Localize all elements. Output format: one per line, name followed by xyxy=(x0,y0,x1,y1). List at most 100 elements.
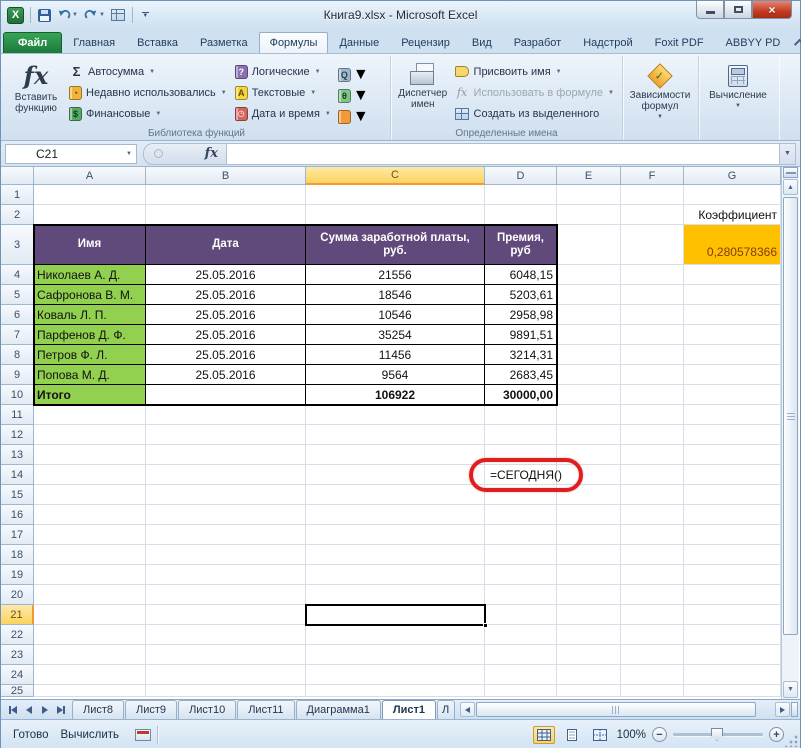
cell-B4[interactable]: 25.05.2016 xyxy=(146,265,306,285)
cell-E22[interactable] xyxy=(557,625,621,645)
cell-A19[interactable] xyxy=(34,565,146,585)
ribbon-tab-developer[interactable]: Разработ xyxy=(503,32,572,53)
cell-D21[interactable] xyxy=(485,605,557,625)
menu-item-Недавно использовались[interactable]: ◔Недавно использовались▼ xyxy=(65,82,231,103)
cell-G10[interactable] xyxy=(684,385,781,405)
column-header-A[interactable]: A xyxy=(34,167,146,185)
sheet-tab-partial[interactable]: Л xyxy=(437,700,455,719)
cell-F20[interactable] xyxy=(621,585,684,605)
cell-B12[interactable] xyxy=(146,425,306,445)
icon-button-lookup-icon[interactable]: Q▼ xyxy=(335,64,372,85)
cell-A21[interactable] xyxy=(34,605,146,625)
cell-A17[interactable] xyxy=(34,525,146,545)
cell-B3[interactable]: Дата xyxy=(146,225,306,265)
cell-E1[interactable] xyxy=(557,185,621,205)
cell-C7[interactable]: 35254 xyxy=(306,325,485,345)
select-all-corner[interactable] xyxy=(1,167,34,185)
row-header-24[interactable]: 24 xyxy=(1,665,34,685)
cell-D25[interactable] xyxy=(485,685,557,697)
cell-E5[interactable] xyxy=(557,285,621,305)
cell-C23[interactable] xyxy=(306,645,485,665)
cell-D16[interactable] xyxy=(485,505,557,525)
cell-B21[interactable] xyxy=(146,605,306,625)
status-calculate[interactable]: Вычислить xyxy=(61,729,132,741)
row-header-25[interactable]: 25 xyxy=(1,685,34,697)
cell-C6[interactable]: 10546 xyxy=(306,305,485,325)
cell-F17[interactable] xyxy=(621,525,684,545)
cell-E23[interactable] xyxy=(557,645,621,665)
cell-F13[interactable] xyxy=(621,445,684,465)
cell-C3[interactable]: Сумма заработной платы, руб. xyxy=(306,225,485,265)
cell-C24[interactable] xyxy=(306,665,485,685)
cell-A13[interactable] xyxy=(34,445,146,465)
cell-A3[interactable]: Имя xyxy=(34,225,146,265)
cell-F18[interactable] xyxy=(621,545,684,565)
cell-G23[interactable] xyxy=(684,645,781,665)
cell-D7[interactable]: 9891,51 xyxy=(485,325,557,345)
cell-G2[interactable]: Коэффициент xyxy=(684,205,781,225)
cell-G1[interactable] xyxy=(684,185,781,205)
cell-D22[interactable] xyxy=(485,625,557,645)
macro-record-icon[interactable] xyxy=(135,729,151,741)
ribbon-tab-formulas[interactable]: Формулы xyxy=(259,32,329,53)
horizontal-scroll-thumb[interactable] xyxy=(476,702,756,717)
cell-C19[interactable] xyxy=(306,565,485,585)
cell-C9[interactable]: 9564 xyxy=(306,365,485,385)
zoom-slider-thumb[interactable] xyxy=(711,728,723,741)
cell-G16[interactable] xyxy=(684,505,781,525)
cell-E21[interactable] xyxy=(557,605,621,625)
cell-A22[interactable] xyxy=(34,625,146,645)
table-view-button[interactable] xyxy=(110,6,126,24)
row-header-21[interactable]: 21 xyxy=(1,605,34,625)
cell-C4[interactable]: 21556 xyxy=(306,265,485,285)
ribbon-tab-view[interactable]: Вид xyxy=(461,32,503,53)
cell-F3[interactable] xyxy=(621,225,684,265)
zoom-in-button[interactable]: + xyxy=(769,727,784,742)
row-header-5[interactable]: 5 xyxy=(1,285,34,305)
cell-E2[interactable] xyxy=(557,205,621,225)
cell-F10[interactable] xyxy=(621,385,684,405)
cell-A11[interactable] xyxy=(34,405,146,425)
cell-G3[interactable]: 0,280578366 xyxy=(684,225,781,265)
cell-E9[interactable] xyxy=(557,365,621,385)
cell-D9[interactable]: 2683,45 xyxy=(485,365,557,385)
cell-A10[interactable]: Итого xyxy=(34,385,146,405)
save-button[interactable] xyxy=(37,6,52,24)
ribbon-tab-add-ins[interactable]: Надстрой xyxy=(572,32,643,53)
cell-D12[interactable] xyxy=(485,425,557,445)
cell-G22[interactable] xyxy=(684,625,781,645)
insert-function-button[interactable]: fx Вставить функцию xyxy=(7,58,65,126)
cell-C20[interactable] xyxy=(306,585,485,605)
cell-E24[interactable] xyxy=(557,665,621,685)
cell-D8[interactable]: 3214,31 xyxy=(485,345,557,365)
sheet-tab-3-Лист10[interactable]: Лист10 xyxy=(178,700,236,719)
expand-formula-bar-button[interactable]: ▼ xyxy=(780,143,796,165)
row-header-11[interactable]: 11 xyxy=(1,405,34,425)
first-sheet-button[interactable] xyxy=(5,702,20,717)
column-header-B[interactable]: B xyxy=(146,167,306,185)
cell-C17[interactable] xyxy=(306,525,485,545)
cell-F21[interactable] xyxy=(621,605,684,625)
row-header-19[interactable]: 19 xyxy=(1,565,34,585)
cell-A4[interactable]: Николаев А. Д. xyxy=(34,265,146,285)
cell-D23[interactable] xyxy=(485,645,557,665)
customize-qat-button[interactable]: ▼ xyxy=(139,10,152,20)
formula-auditing-button[interactable]: ✓ Зависимости формул ▼ xyxy=(627,58,693,126)
calculation-button[interactable]: Вычисление ▼ xyxy=(703,58,773,126)
menu-item-Текстовые[interactable]: AТекстовые▼ xyxy=(231,82,335,103)
excel-logo-icon[interactable]: X xyxy=(7,7,24,24)
row-header-22[interactable]: 22 xyxy=(1,625,34,645)
cell-D1[interactable] xyxy=(485,185,557,205)
scroll-right-button[interactable] xyxy=(775,702,790,717)
cell-D10[interactable]: 30000,00 xyxy=(485,385,557,405)
cell-F22[interactable] xyxy=(621,625,684,645)
cell-B10[interactable] xyxy=(146,385,306,405)
cell-B22[interactable] xyxy=(146,625,306,645)
cell-D5[interactable]: 5203,61 xyxy=(485,285,557,305)
cell-G25[interactable] xyxy=(684,685,781,697)
fx-icon[interactable]: fx xyxy=(205,146,218,161)
cell-A6[interactable]: Коваль Л. П. xyxy=(34,305,146,325)
menu-item-Создать из выделенного[interactable]: Создать из выделенного xyxy=(451,103,618,124)
menu-item-Автосумма[interactable]: ΣАвтосумма▼ xyxy=(65,61,231,82)
row-header-6[interactable]: 6 xyxy=(1,305,34,325)
